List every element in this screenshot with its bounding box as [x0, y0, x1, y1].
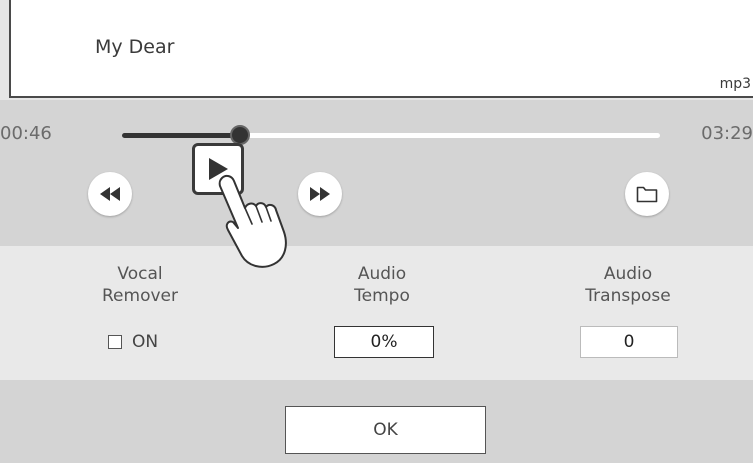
vocal-remover-toggle[interactable]: ON: [108, 332, 158, 352]
audio-transpose-label-line2: Transpose: [585, 286, 671, 306]
fast-forward-button[interactable]: [298, 172, 342, 216]
audio-tempo-field[interactable]: 0%: [334, 326, 434, 358]
vocal-remover-checkbox[interactable]: [108, 335, 122, 349]
vocal-remover-on-label: ON: [132, 332, 159, 352]
audio-transpose-label-line1: Audio: [603, 264, 653, 284]
audio-tempo-label: Audio Tempo: [302, 263, 462, 307]
audio-tempo-label-line1: Audio: [357, 264, 407, 284]
player-area: 00:46 03:29: [0, 100, 753, 246]
progress-bar[interactable]: [122, 125, 660, 145]
bottom-area: OK: [0, 380, 753, 463]
song-title: My Dear: [95, 36, 175, 58]
settings-area: Vocal Remover Audio Tempo Audio Transpos…: [0, 246, 753, 380]
vocal-remover-label-line2: Remover: [102, 286, 178, 306]
song-panel: My Dear mp3: [9, 0, 753, 98]
audio-transpose-field[interactable]: 0: [580, 326, 678, 358]
pointing-hand-icon: [218, 174, 287, 268]
ok-button[interactable]: OK: [285, 406, 486, 454]
audio-transpose-label: Audio Transpose: [548, 263, 708, 307]
fast-forward-icon: [310, 187, 330, 201]
current-time: 00:46: [0, 123, 52, 144]
total-time: 03:29: [701, 123, 753, 144]
rewind-button[interactable]: [88, 172, 132, 216]
folder-button[interactable]: [625, 172, 669, 216]
progress-fill: [122, 133, 241, 138]
song-format: mp3: [719, 76, 751, 92]
folder-icon: [636, 186, 658, 203]
audio-tempo-label-line2: Tempo: [354, 286, 410, 306]
vocal-remover-label: Vocal Remover: [60, 263, 220, 307]
progress-thumb[interactable]: [230, 125, 251, 145]
rewind-icon: [100, 187, 120, 201]
vocal-remover-label-line1: Vocal: [117, 264, 163, 284]
